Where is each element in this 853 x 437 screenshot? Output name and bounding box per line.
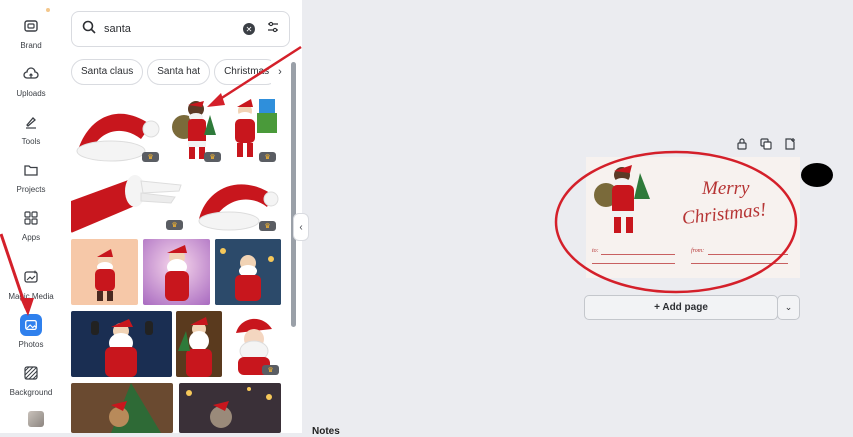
nav-background[interactable]: Background [0,362,62,408]
result-santa-photo-peach[interactable] [71,239,138,305]
add-page-button[interactable]: + Add page [584,295,778,320]
nav-brand[interactable]: Brand [0,15,62,61]
lock-icon[interactable] [735,137,749,151]
redaction-blob [801,163,833,187]
add-page-icon[interactable] [783,137,797,151]
premium-crown-icon: ♛ [166,220,183,230]
nav-projects[interactable]: Projects [0,159,62,205]
nav-uploads-label: Uploads [16,89,46,98]
user-avatar[interactable] [28,411,44,427]
result-santa-arm[interactable]: ♛ [71,171,188,233]
search-input[interactable]: santa [104,23,243,35]
cloud-upload-icon [20,63,42,85]
notes-label[interactable]: Notes [312,426,340,437]
result-cat-lights[interactable] [179,383,281,433]
pen-tool-icon [20,111,42,133]
filter-sliders-icon[interactable] [267,20,279,38]
result-santa-photo-blue[interactable] [71,311,172,377]
search-bar[interactable]: santa ✕ [71,11,290,47]
chevron-left-icon: ‹ [299,221,303,233]
premium-crown-icon: ♛ [259,221,276,231]
premium-crown-icon: ♛ [204,152,221,162]
search-icon [82,20,96,39]
annotation-arrow-left [0,233,34,316]
nav-tools[interactable]: Tools [0,111,62,157]
duplicate-icon[interactable] [759,137,773,151]
annotation-arrow-top [207,45,302,107]
annotation-ellipse [554,150,798,294]
nav-background-label: Background [9,388,53,397]
premium-crown-icon: ♛ [259,152,276,162]
result-santa-photo-night[interactable] [215,239,281,305]
result-santa-hat-2[interactable]: ♛ [193,171,281,233]
result-santa-photo-tree[interactable] [176,311,222,377]
chevron-down-icon[interactable]: ⌄ [777,295,800,320]
nav-photos-label: Photos [18,340,44,349]
side-navigation: Brand Uploads Tools Projects Apps Magic … [0,0,62,433]
chip-santa-claus[interactable]: Santa claus [71,59,144,85]
apps-grid-icon [20,207,42,229]
result-santa-photo-purple[interactable] [143,239,210,305]
nav-projects-label: Projects [16,185,46,194]
collapse-panel-button[interactable]: ‹ [293,213,309,241]
result-santa-cartoon[interactable]: ♛ [226,311,281,377]
nav-tools-label: Tools [21,137,41,146]
premium-crown-icon: ♛ [142,152,159,162]
result-santa-hat-1[interactable]: ♛ [71,95,163,165]
background-pattern-icon [20,362,42,384]
premium-crown-icon: ♛ [262,365,279,375]
nav-brand-label: Brand [20,41,42,50]
brand-notification-dot [46,8,50,12]
result-cat-tree[interactable] [71,383,173,433]
folder-icon [20,159,42,181]
clear-icon[interactable]: ✕ [243,23,255,35]
brand-icon [20,15,42,37]
nav-uploads[interactable]: Uploads [0,63,62,109]
